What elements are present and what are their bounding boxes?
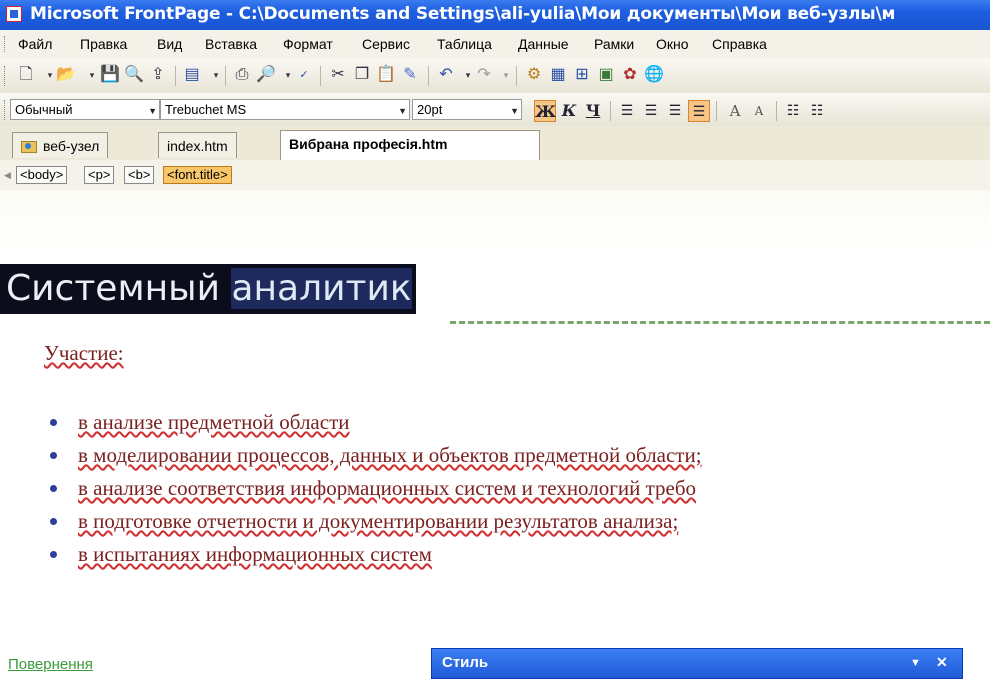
underline-button[interactable]: Ч — [582, 100, 604, 122]
menu-tools[interactable]: Сервис — [362, 36, 410, 52]
toolbar-grip[interactable] — [4, 66, 8, 86]
menu-window[interactable]: Окно — [656, 36, 689, 52]
publish-icon[interactable]: ⇪ — [148, 65, 168, 85]
style-pane-title: Стиль — [442, 654, 489, 671]
chevron-down-icon[interactable]: ▼ — [148, 102, 157, 121]
views-icon[interactable]: ▤ — [182, 65, 202, 85]
font-select[interactable]: Trebuchet MS ▼ — [160, 99, 410, 120]
print-icon[interactable]: ⎙ — [232, 65, 252, 85]
font-size-value: 20pt — [417, 102, 443, 117]
toolbar-grip[interactable] — [4, 100, 8, 120]
heading-selected-text: аналитик — [231, 268, 412, 309]
bullet-list: в анализе предметной области в моделиров… — [50, 406, 990, 571]
list-item[interactable]: в моделировании процессов, данных и объе… — [50, 439, 990, 472]
chevron-down-icon[interactable]: ▼ — [510, 102, 519, 121]
justify-button[interactable]: ☰ — [688, 100, 710, 122]
menu-edit[interactable]: Правка — [80, 36, 127, 52]
tab-index[interactable]: index.htm — [158, 132, 237, 158]
style-value: Обычный — [15, 102, 73, 117]
page-tabs: веб-узел index.htm Вибрана професія.htm — [0, 126, 990, 161]
frontpage-app-icon[interactable] — [6, 6, 22, 22]
italic-button[interactable]: К — [558, 100, 580, 122]
redo-icon[interactable]: ↷ — [474, 65, 494, 85]
heading-text: Системный — [6, 268, 232, 309]
style-task-pane: Стиль ▼ ✕ — [431, 648, 963, 679]
list-item[interactable]: в подготовке отчетности и документирован… — [50, 505, 990, 538]
list-item[interactable]: в анализе предметной области — [50, 406, 990, 439]
scroll-left-icon[interactable]: ◀ — [4, 170, 11, 181]
page-heading[interactable]: Системный аналитик — [0, 264, 416, 314]
menu-insert[interactable]: Вставка — [205, 36, 257, 52]
menu-format[interactable]: Формат — [283, 36, 333, 52]
menu-help[interactable]: Справка — [712, 36, 767, 52]
tab-website[interactable]: веб-узел — [12, 132, 109, 158]
hyperlink-icon[interactable]: 🌐 — [644, 65, 664, 85]
picture-icon[interactable]: ▣ — [596, 65, 616, 85]
design-view[interactable]: Системный аналитик Участие: в анализе пр… — [0, 190, 990, 679]
align-left-button[interactable]: ☰ — [616, 100, 638, 122]
menu-data[interactable]: Данные — [518, 36, 569, 52]
list-item[interactable]: в испытаниях информационных систем — [50, 538, 990, 571]
open-icon[interactable]: 📂 — [56, 65, 76, 85]
folder-icon — [21, 141, 37, 154]
pane-menu-icon[interactable]: ▼ — [910, 657, 921, 669]
menu-bar: Файл Правка Вид Вставка Формат Сервис Та… — [0, 30, 990, 58]
tag-b[interactable]: <b> — [124, 166, 155, 184]
style-select[interactable]: Обычный ▼ — [10, 99, 160, 120]
font-size-select[interactable]: 20pt ▼ — [412, 99, 522, 120]
tab-label: веб-узел — [43, 138, 100, 154]
insert-table-icon[interactable]: ▦ — [548, 65, 568, 85]
spelling-icon[interactable]: ✓ — [294, 65, 314, 85]
bullets-button[interactable]: ☷ — [806, 100, 828, 122]
participation-label[interactable]: Участие: — [44, 341, 124, 366]
print-preview-icon[interactable]: 🔎 — [256, 65, 276, 85]
drawing-icon[interactable]: ✿ — [620, 65, 640, 85]
new-page-icon[interactable]: 🗋 — [16, 65, 36, 85]
undo-icon[interactable]: ↶ — [436, 65, 456, 85]
paste-icon[interactable]: 📋 — [376, 65, 396, 85]
tab-label: Вибрана професія.htm — [289, 136, 448, 152]
menu-file[interactable]: Файл — [18, 36, 52, 52]
search-icon[interactable]: 🔍 — [124, 65, 144, 85]
tab-chosen-profession[interactable]: Вибрана професія.htm — [280, 130, 540, 160]
layer-icon[interactable]: ⊞ — [572, 65, 592, 85]
menubar-grip[interactable] — [4, 36, 8, 52]
dashed-divider — [450, 321, 990, 324]
back-link[interactable]: Повернення — [8, 656, 93, 673]
tag-font-title[interactable]: <font.title> — [163, 166, 232, 184]
window-title: Microsoft FrontPage - C:\Documents and S… — [30, 4, 896, 24]
decrease-font-button[interactable]: A — [748, 100, 770, 122]
bold-button[interactable]: Ж — [534, 100, 556, 122]
formatting-toolbar: Обычный ▼ Trebuchet MS ▼ 20pt ▼ Ж К Ч ☰ … — [0, 93, 990, 126]
align-center-button[interactable]: ☰ — [640, 100, 662, 122]
copy-icon[interactable]: ❐ — [352, 65, 372, 85]
tag-body[interactable]: <body> — [16, 166, 68, 184]
tab-label: index.htm — [167, 138, 228, 154]
quick-tag-selector: ◀ <body> <p> <b> <font.title> — [0, 160, 990, 191]
menu-table[interactable]: Таблица — [437, 36, 492, 52]
increase-font-button[interactable]: A — [724, 100, 746, 122]
menu-view[interactable]: Вид — [157, 36, 182, 52]
chevron-down-icon[interactable]: ▼ — [398, 102, 407, 121]
title-bar: Microsoft FrontPage - C:\Documents and S… — [0, 0, 990, 30]
numbering-button[interactable]: ☷ — [782, 100, 804, 122]
format-painter-icon[interactable]: ✎ — [400, 65, 420, 85]
menu-frames[interactable]: Рамки — [594, 36, 634, 52]
font-value: Trebuchet MS — [165, 102, 247, 117]
tag-p[interactable]: <p> — [84, 166, 115, 184]
web-component-icon[interactable]: ⚙ — [524, 65, 544, 85]
list-item[interactable]: в анализе соответствия информационных си… — [50, 472, 990, 505]
cut-icon[interactable]: ✂ — [328, 65, 348, 85]
save-icon[interactable]: 💾 — [100, 65, 120, 85]
standard-toolbar: 🗋 ▾ 📂 ▾ 💾 🔍 ⇪ ▤ ▾ ⎙ 🔎 ▾ ✓ ✂ ❐ 📋 ✎ ↶ ▾ ↷ … — [0, 58, 990, 93]
close-icon[interactable]: ✕ — [936, 654, 948, 671]
align-right-button[interactable]: ☰ — [664, 100, 686, 122]
